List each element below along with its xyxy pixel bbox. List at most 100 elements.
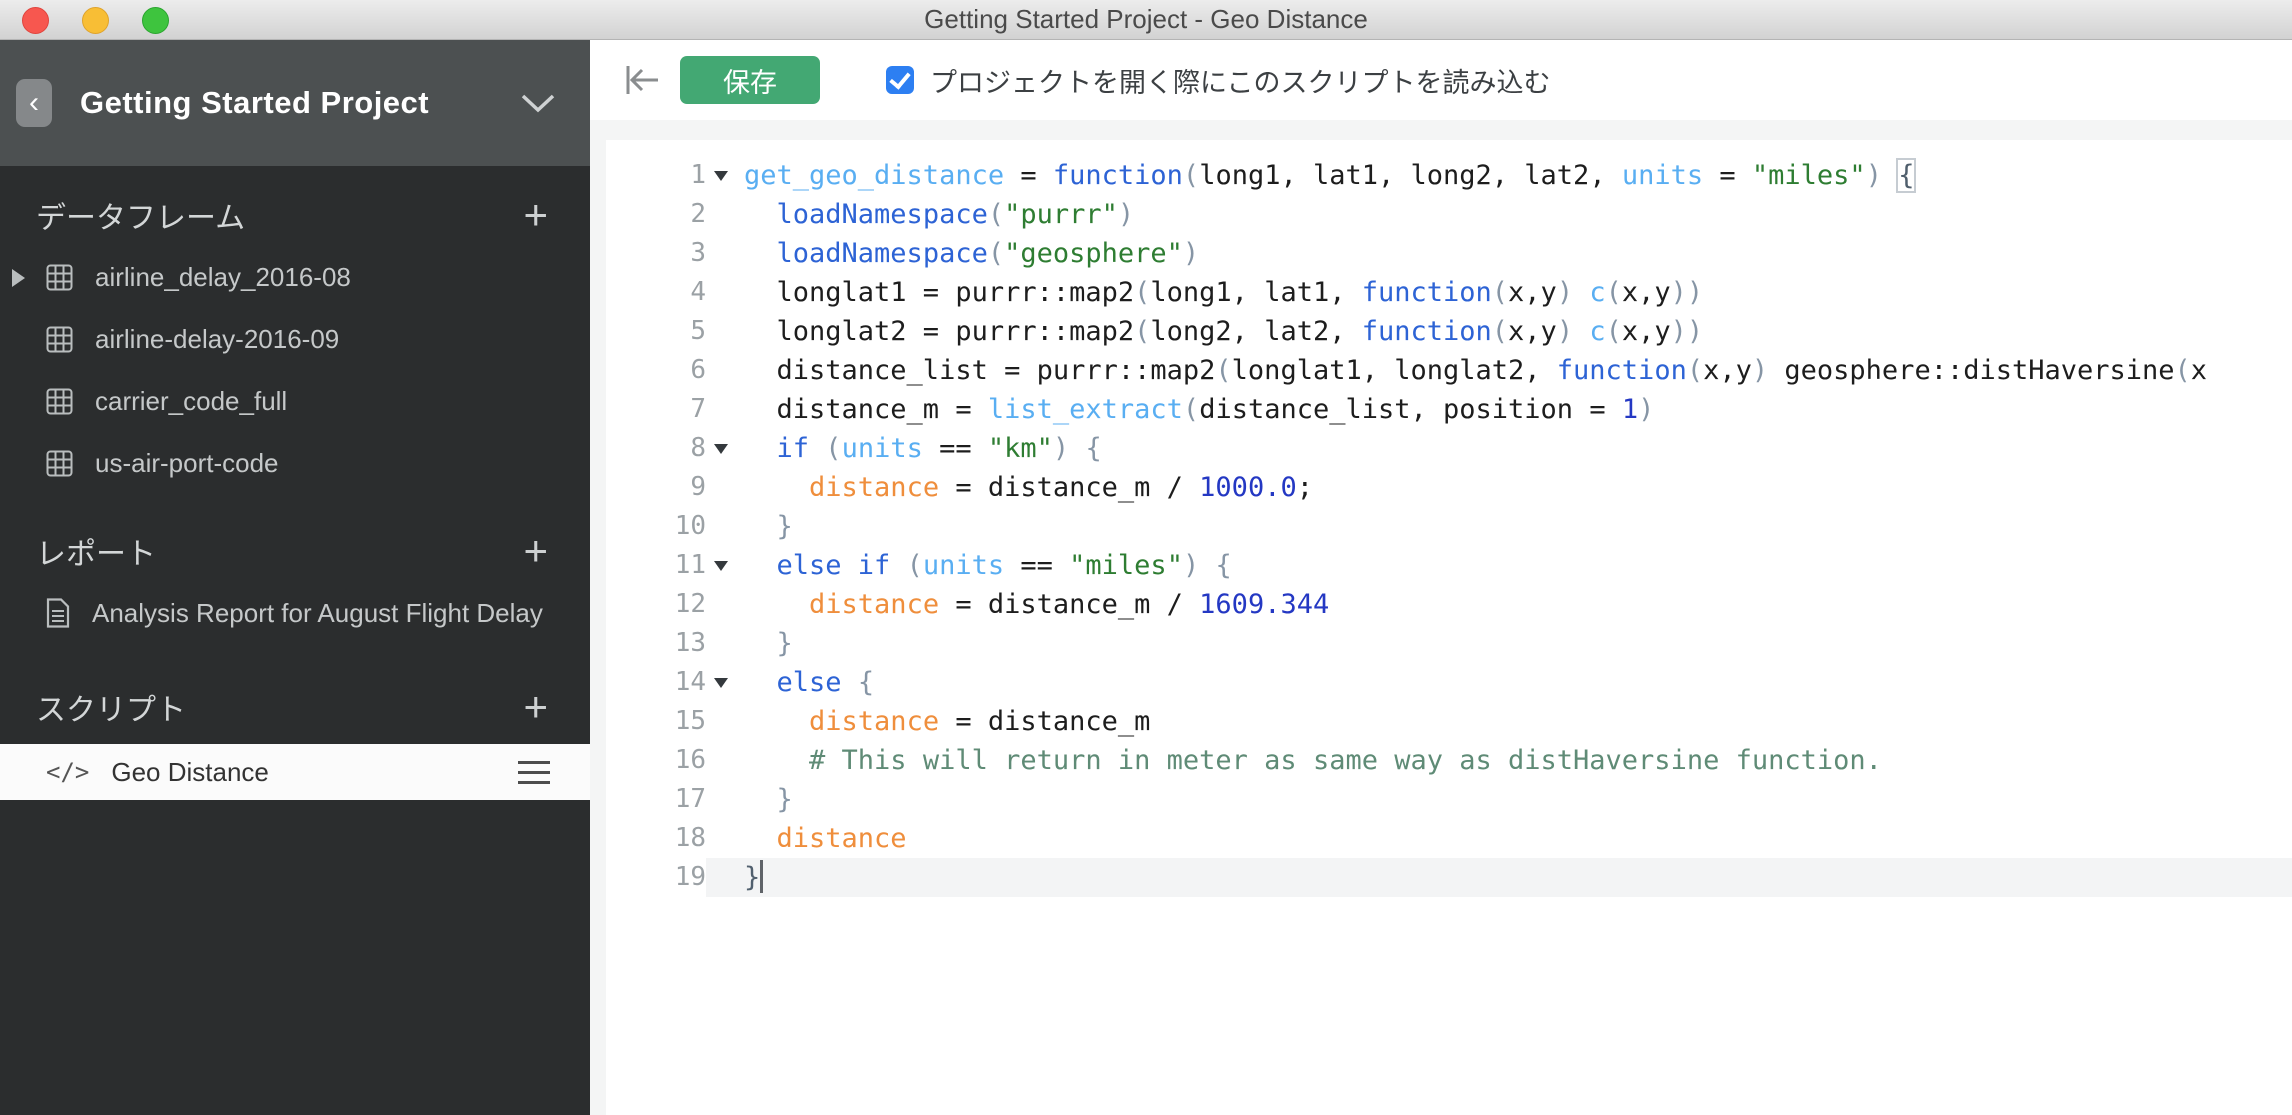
report-label: Analysis Report for August Flight Delay <box>92 598 543 629</box>
sidebar-header: ‹ Getting Started Project <box>0 40 590 166</box>
code-line[interactable]: 8 if (units == "km") { <box>606 429 2292 468</box>
code-text[interactable]: else if (units == "miles") { <box>744 546 2292 585</box>
gutter-fold-column <box>706 624 744 663</box>
code-text[interactable]: distance = distance_m / 1000.0; <box>744 468 2292 507</box>
gutter-fold-column <box>706 585 744 624</box>
window-title: Getting Started Project - Geo Distance <box>0 0 2292 39</box>
code-text[interactable]: distance_list = purrr::map2(longlat1, lo… <box>744 351 2292 390</box>
gutter-fold-column <box>706 780 744 819</box>
line-number: 12 <box>606 585 706 624</box>
code-text[interactable]: } <box>744 507 2292 546</box>
gutter-fold-column <box>706 468 744 507</box>
text-cursor <box>760 860 763 893</box>
line-number: 6 <box>606 351 706 390</box>
main-pane: 保存 プロジェクトを開く際にこのスクリプトを読み込む 1get_geo_dist… <box>590 40 2292 1115</box>
code-text[interactable]: } <box>744 624 2292 663</box>
line-number: 13 <box>606 624 706 663</box>
line-number: 9 <box>606 468 706 507</box>
sidebar-item-script-selected[interactable]: </> Geo Distance <box>0 744 590 800</box>
back-button[interactable]: ‹ <box>16 79 52 127</box>
code-line[interactable]: 15 distance = distance_m <box>606 702 2292 741</box>
collapse-sidebar-icon[interactable] <box>620 58 664 102</box>
gutter-fold-column <box>706 234 744 273</box>
code-line[interactable]: 1get_geo_distance = function(long1, lat1… <box>606 156 2292 195</box>
add-dataframe-button[interactable]: + <box>523 195 548 235</box>
editor-background: 1get_geo_distance = function(long1, lat1… <box>590 120 2292 1115</box>
fold-arrow-icon[interactable] <box>714 561 728 578</box>
code-text[interactable]: distance <box>744 819 2292 858</box>
save-button[interactable]: 保存 <box>680 56 820 104</box>
chevron-down-icon[interactable] <box>520 92 556 114</box>
project-sidebar: ‹ Getting Started Project データフレーム + airl… <box>0 40 590 1115</box>
code-line[interactable]: 10 } <box>606 507 2292 546</box>
code-line[interactable]: 3 loadNamespace("geosphere") <box>606 234 2292 273</box>
code-text[interactable]: get_geo_distance = function(long1, lat1,… <box>744 156 2292 195</box>
code-line[interactable]: 7 distance_m = list_extract(distance_lis… <box>606 390 2292 429</box>
script-toolbar: 保存 プロジェクトを開く際にこのスクリプトを読み込む <box>590 40 2292 120</box>
expand-triangle-icon[interactable] <box>12 269 34 287</box>
code-line[interactable]: 12 distance = distance_m / 1609.344 <box>606 585 2292 624</box>
code-line[interactable]: 16 # This will return in meter as same w… <box>606 741 2292 780</box>
line-number: 8 <box>606 429 706 468</box>
dataframe-label: airline_delay_2016-08 <box>95 262 351 293</box>
line-number: 4 <box>606 273 706 312</box>
code-line[interactable]: 6 distance_list = purrr::map2(longlat1, … <box>606 351 2292 390</box>
code-line[interactable]: 14 else { <box>606 663 2292 702</box>
gutter-fold-column <box>706 429 744 468</box>
document-icon <box>46 598 70 628</box>
script-label: Geo Distance <box>111 757 269 788</box>
code-line[interactable]: 18 distance <box>606 819 2292 858</box>
code-text[interactable]: else { <box>744 663 2292 702</box>
fold-arrow-icon[interactable] <box>714 444 728 461</box>
table-icon <box>46 264 73 291</box>
line-number: 7 <box>606 390 706 429</box>
traffic-lights <box>22 7 169 34</box>
line-number: 11 <box>606 546 706 585</box>
line-number: 10 <box>606 507 706 546</box>
fold-arrow-icon[interactable] <box>714 678 728 695</box>
add-script-button[interactable]: + <box>523 687 548 727</box>
code-text[interactable]: distance_m = list_extract(distance_list,… <box>744 390 2292 429</box>
hamburger-menu-icon[interactable] <box>518 761 550 784</box>
code-line[interactable]: 17 } <box>606 780 2292 819</box>
line-number: 16 <box>606 741 706 780</box>
close-window-icon[interactable] <box>22 7 49 34</box>
add-report-button[interactable]: + <box>523 531 548 571</box>
script-icon: </> <box>46 758 89 786</box>
code-text[interactable]: loadNamespace("geosphere") <box>744 234 2292 273</box>
code-text[interactable]: distance = distance_m <box>744 702 2292 741</box>
zoom-window-icon[interactable] <box>142 7 169 34</box>
code-line[interactable]: 19} <box>606 858 2292 897</box>
code-line[interactable]: 5 longlat2 = purrr::map2(long2, lat2, fu… <box>606 312 2292 351</box>
code-line[interactable]: 4 longlat1 = purrr::map2(long1, lat1, fu… <box>606 273 2292 312</box>
minimize-window-icon[interactable] <box>82 7 109 34</box>
gutter-fold-column <box>706 819 744 858</box>
code-text[interactable]: } <box>744 858 2292 897</box>
table-icon <box>46 450 73 477</box>
code-text[interactable]: distance = distance_m / 1609.344 <box>744 585 2292 624</box>
code-text[interactable]: if (units == "km") { <box>744 429 2292 468</box>
code-editor[interactable]: 1get_geo_distance = function(long1, lat1… <box>606 140 2292 1115</box>
sidebar-item-dataframe[interactable]: airline_delay_2016-08 <box>0 246 590 308</box>
sidebar-item-dataframe[interactable]: carrier_code_full <box>0 370 590 432</box>
section-scripts: スクリプト + <box>0 684 590 730</box>
code-text[interactable]: } <box>744 780 2292 819</box>
code-text[interactable]: loadNamespace("purrr") <box>744 195 2292 234</box>
sidebar-item-dataframe[interactable]: us-air-port-code <box>0 432 590 494</box>
code-line[interactable]: 13 } <box>606 624 2292 663</box>
code-text[interactable]: # This will return in meter as same way … <box>744 741 2292 780</box>
load-script-checkbox-row[interactable]: プロジェクトを開く際にこのスクリプトを読み込む <box>886 61 1550 100</box>
gutter-fold-column <box>706 858 744 897</box>
fold-arrow-icon[interactable] <box>714 171 728 188</box>
code-line[interactable]: 11 else if (units == "miles") { <box>606 546 2292 585</box>
checkbox-checked-icon[interactable] <box>886 66 914 94</box>
code-line[interactable]: 2 loadNamespace("purrr") <box>606 195 2292 234</box>
line-number: 5 <box>606 312 706 351</box>
window-titlebar: Getting Started Project - Geo Distance <box>0 0 2292 40</box>
table-icon <box>46 388 73 415</box>
code-text[interactable]: longlat2 = purrr::map2(long2, lat2, func… <box>744 312 2292 351</box>
sidebar-item-report[interactable]: Analysis Report for August Flight Delay <box>0 582 590 644</box>
sidebar-item-dataframe[interactable]: airline-delay-2016-09 <box>0 308 590 370</box>
code-line[interactable]: 9 distance = distance_m / 1000.0; <box>606 468 2292 507</box>
code-text[interactable]: longlat1 = purrr::map2(long1, lat1, func… <box>744 273 2292 312</box>
